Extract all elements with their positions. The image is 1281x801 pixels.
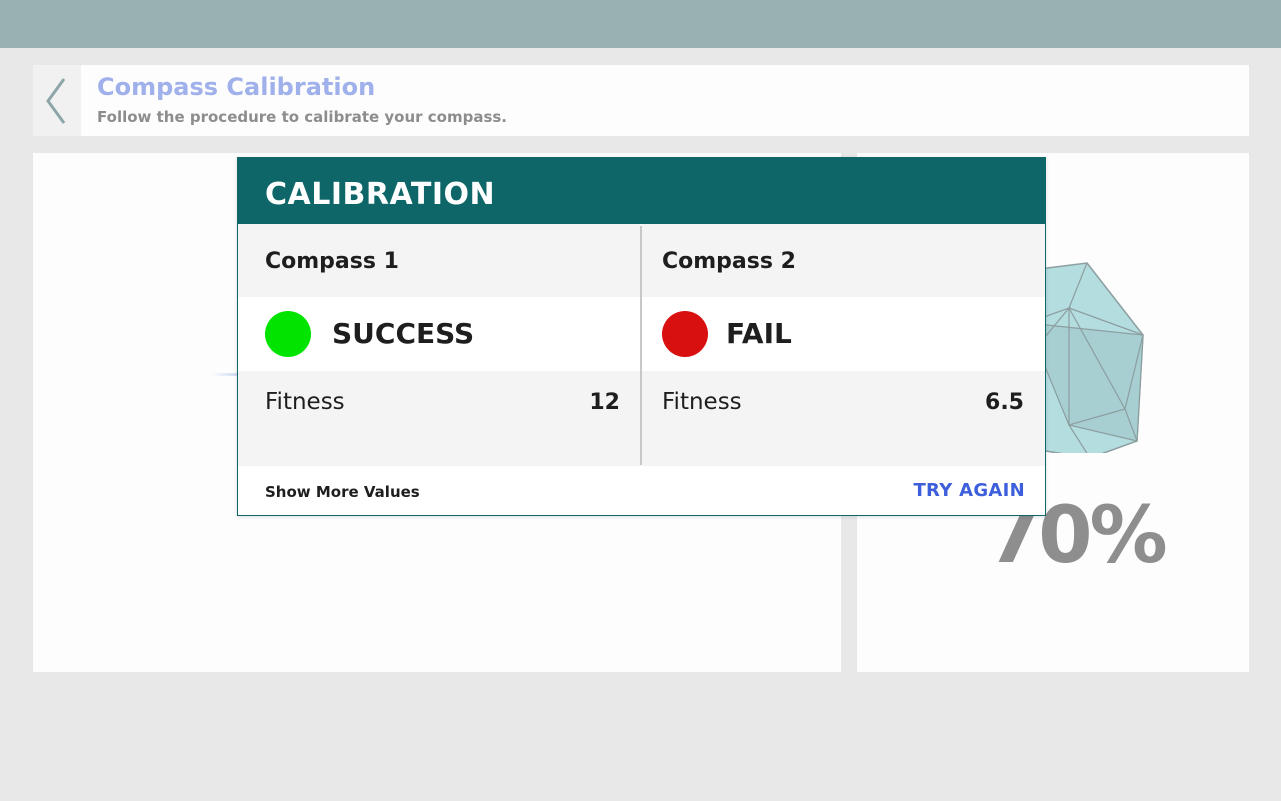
chevron-left-icon — [46, 77, 66, 124]
compass-2-column: Compass 2 FAIL Fitness 6.5 — [642, 224, 1045, 466]
back-button[interactable] — [33, 65, 81, 136]
status-indicator-icon — [265, 311, 311, 357]
dialog-header: CALIBRATION — [238, 158, 1045, 224]
status-row: FAIL — [642, 297, 1045, 371]
compass-1-column: Compass 1 SUCCESS Fitness 12 — [238, 224, 641, 466]
status-text: FAIL — [726, 317, 792, 350]
compass-name: Compass 1 — [265, 249, 399, 274]
status-indicator-icon — [662, 311, 708, 357]
try-again-button[interactable]: TRY AGAIN — [913, 480, 1025, 501]
fitness-value: 6.5 — [985, 390, 1024, 415]
fitness-row: Fitness 6.5 — [642, 371, 1045, 466]
fitness-value: 12 — [589, 390, 620, 415]
top-bar — [0, 0, 1281, 48]
fitness-label: Fitness — [265, 389, 345, 415]
header-panel: Compass Calibration Follow the procedure… — [33, 65, 1249, 136]
fitness-label: Fitness — [662, 389, 742, 415]
page-subtitle: Follow the procedure to calibrate your c… — [97, 108, 508, 126]
fitness-row: Fitness 12 — [238, 371, 641, 466]
compass-name-row: Compass 1 — [238, 224, 641, 297]
status-row: SUCCESS — [238, 297, 641, 371]
status-text: SUCCESS — [332, 317, 475, 350]
show-more-values-link[interactable]: Show More Values — [265, 483, 420, 501]
page-title: Compass Calibration — [97, 73, 376, 101]
compass-name-row: Compass 2 — [642, 224, 1045, 297]
calibration-dialog: CALIBRATION Compass 1 SUCCESS Fitness 12… — [237, 157, 1046, 516]
dialog-title: CALIBRATION — [265, 177, 496, 212]
compass-name: Compass 2 — [662, 249, 796, 274]
dialog-footer: Show More Values TRY AGAIN — [238, 466, 1045, 515]
